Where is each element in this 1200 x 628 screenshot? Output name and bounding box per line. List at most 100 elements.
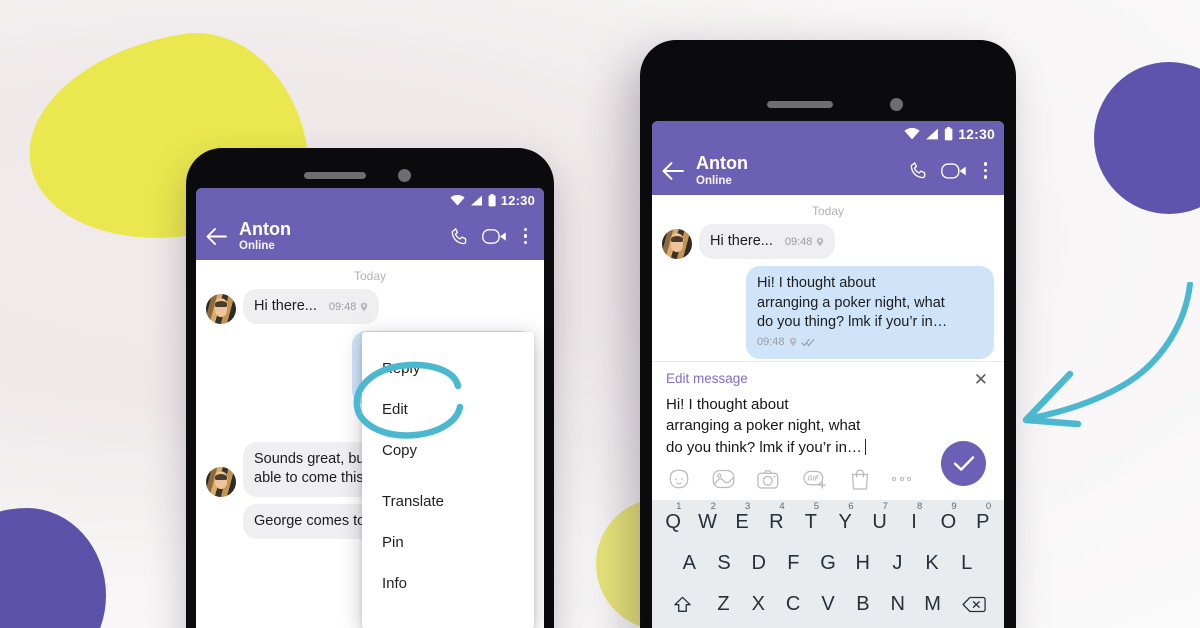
- key-s[interactable]: S: [708, 548, 741, 577]
- phone-right-clock: 12:30: [958, 125, 995, 142]
- gallery-icon[interactable]: [712, 469, 735, 489]
- key-y-number: 6: [848, 501, 854, 512]
- keyboard-row-1: 1Q 2W 3E 4R 5T 6Y 7U 8I 9O 0P: [657, 501, 999, 536]
- key-o[interactable]: 9O: [932, 501, 964, 536]
- key-a[interactable]: A: [673, 548, 706, 577]
- key-j[interactable]: J: [881, 548, 914, 577]
- wifi-icon: [450, 194, 465, 205]
- context-menu-item-copy[interactable]: Copy: [362, 430, 534, 471]
- key-v[interactable]: V: [812, 589, 845, 618]
- key-p-number: 0: [985, 501, 992, 512]
- key-u[interactable]: 7U: [863, 501, 895, 536]
- decor-blob-purple-right: [1094, 62, 1200, 214]
- edit-message-label: Edit message: [666, 371, 748, 386]
- phone-left-bubble-1-meta: 09:48: [329, 300, 369, 315]
- phone-left-speaker: [304, 172, 366, 179]
- context-menu-item-edit[interactable]: Edit: [362, 389, 534, 430]
- annotation-arrow: [1022, 282, 1193, 428]
- more-icon[interactable]: [892, 477, 911, 482]
- shop-icon[interactable]: [850, 469, 870, 490]
- phone-right-appbar: Anton Online: [652, 146, 1004, 195]
- double-check-icon: [800, 338, 815, 347]
- phone-left-contact-name: Anton: [239, 218, 291, 239]
- context-menu-divider: [362, 471, 534, 481]
- phone-right-bubble-1-meta: 09:48: [785, 235, 825, 250]
- phone-right-day-divider: Today: [811, 204, 845, 218]
- gif-icon[interactable]: GIF: [803, 469, 828, 490]
- key-o-label: O: [940, 511, 957, 533]
- key-q-number: 1: [676, 501, 682, 512]
- key-r[interactable]: 4R: [760, 501, 792, 536]
- key-i[interactable]: 8I: [898, 501, 930, 536]
- phone-right-bubble-2[interactable]: Hi! I thought about arranging a poker ni…: [746, 266, 994, 360]
- key-x[interactable]: X: [742, 589, 775, 618]
- key-i-label: I: [911, 511, 917, 533]
- close-icon[interactable]: ✕: [972, 371, 990, 388]
- phone-right-bubble-1[interactable]: Hi there... 09:48: [699, 224, 836, 260]
- key-k[interactable]: K: [916, 548, 949, 577]
- context-menu-item-translate[interactable]: Translate: [362, 481, 534, 522]
- key-g[interactable]: G: [812, 548, 845, 577]
- context-menu-item-reply[interactable]: Reply: [362, 348, 534, 389]
- shift-icon[interactable]: [659, 589, 705, 618]
- context-menu-item-info[interactable]: Info: [362, 563, 534, 604]
- key-f[interactable]: F: [777, 548, 810, 577]
- confirm-edit-button[interactable]: [941, 441, 986, 486]
- phone-left-contact-status: Online: [239, 240, 275, 253]
- key-m[interactable]: M: [916, 589, 949, 618]
- overflow-menu-icon[interactable]: [979, 159, 993, 182]
- location-pin-icon: [361, 302, 368, 312]
- sticker-icon[interactable]: [668, 469, 690, 489]
- on-screen-keyboard: 1Q 2W 3E 4R 5T 6Y 7U 8I 9O 0P A S D F G …: [652, 500, 1004, 628]
- key-t-number: 5: [813, 501, 820, 512]
- key-u-number: 7: [882, 501, 888, 512]
- location-pin-icon: [789, 338, 796, 347]
- decor-blob-purple-bottom-2: [0, 600, 90, 628]
- overflow-menu-icon[interactable]: [519, 225, 533, 248]
- phone-right-bubble-2-meta: 09:48: [757, 335, 816, 350]
- key-t[interactable]: 5T: [795, 501, 827, 536]
- key-h[interactable]: H: [846, 548, 879, 577]
- key-q[interactable]: 1Q: [657, 501, 689, 536]
- back-arrow-icon[interactable]: [206, 227, 227, 245]
- phone-left-contact-info[interactable]: Anton Online: [239, 218, 439, 253]
- edit-message-input[interactable]: Hi! I thought about arranging a poker ni…: [666, 394, 990, 458]
- phone-right-speaker: [767, 101, 833, 108]
- battery-icon: [945, 126, 953, 140]
- text-caret: [864, 438, 867, 455]
- phone-right-contact-name: Anton: [696, 153, 748, 174]
- video-call-icon[interactable]: [481, 227, 507, 246]
- key-n[interactable]: N: [881, 589, 914, 618]
- context-menu: Reply Edit Copy Translate Pin Info: [362, 332, 534, 628]
- key-d[interactable]: D: [742, 548, 775, 577]
- phone-left-bubble-1[interactable]: Hi there... 09:48: [243, 289, 380, 325]
- phone-left-appbar: Anton Online: [196, 212, 544, 260]
- phone-left-camera: [398, 169, 411, 182]
- key-y[interactable]: 6Y: [829, 501, 861, 536]
- camera-icon[interactable]: [757, 469, 781, 490]
- phone-call-icon[interactable]: [449, 226, 470, 247]
- phone-right-contact-info[interactable]: Anton Online: [696, 153, 898, 186]
- avatar: [206, 466, 236, 497]
- key-c[interactable]: C: [777, 589, 810, 618]
- keyboard-row-2: A S D F G H J K L: [657, 548, 999, 577]
- key-p-label: P: [976, 511, 990, 533]
- phone-call-icon[interactable]: [908, 160, 929, 181]
- context-menu-item-pin[interactable]: Pin: [362, 522, 534, 563]
- key-p[interactable]: 0P: [967, 501, 999, 536]
- key-l[interactable]: L: [950, 548, 983, 577]
- phone-right-screen: 12:30 Anton Online Today Hi there... 09:…: [652, 121, 1004, 628]
- key-r-number: 4: [779, 501, 785, 512]
- key-e[interactable]: 3E: [726, 501, 758, 536]
- key-w[interactable]: 2W: [691, 501, 723, 536]
- signal-icon: [926, 128, 939, 139]
- key-i-number: 8: [917, 501, 923, 512]
- key-z[interactable]: Z: [707, 589, 740, 618]
- phone-right-chat: Today Hi there... 09:48 Hi! I thought ab…: [652, 195, 1004, 361]
- signal-icon: [470, 195, 482, 205]
- back-arrow-icon[interactable]: [662, 161, 684, 180]
- key-b[interactable]: B: [846, 589, 879, 618]
- location-pin-icon: [817, 237, 824, 247]
- video-call-icon[interactable]: [940, 161, 967, 181]
- backspace-icon[interactable]: [951, 589, 997, 618]
